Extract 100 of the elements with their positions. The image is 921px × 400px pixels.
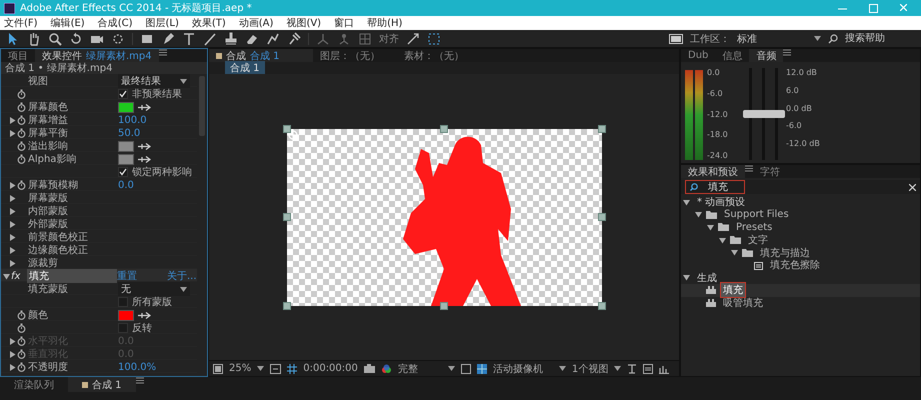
anchor-point-icon[interactable] — [286, 128, 298, 140]
stopwatch-icon[interactable] — [17, 141, 26, 151]
panel-tab[interactable]: 合成 合成 1 — [209, 49, 313, 62]
panel-tab[interactable]: 信息 — [715, 49, 750, 62]
stopwatch-icon[interactable] — [17, 362, 26, 372]
property-value[interactable]: 0.0 — [118, 180, 197, 190]
tree-item[interactable]: Support Files — [721, 208, 792, 222]
stopwatch-icon[interactable] — [17, 323, 26, 333]
panel-tab[interactable]: 效果和预设 — [681, 165, 745, 178]
color-swatch[interactable] — [118, 140, 134, 152]
tree-item[interactable]: 生成 — [694, 270, 720, 286]
stopwatch-icon[interactable] — [17, 180, 26, 190]
resize-handle[interactable] — [282, 213, 290, 221]
tree-item[interactable]: Presets — [733, 220, 776, 234]
timecode[interactable]: 0:00:00:00 — [303, 363, 358, 374]
menu-item[interactable]: 帮助(H) — [367, 16, 402, 30]
panel-tab[interactable]: Dub — [681, 49, 716, 62]
checkbox[interactable] — [118, 323, 128, 333]
stopwatch-icon[interactable] — [17, 154, 26, 164]
resize-handle[interactable] — [282, 302, 290, 310]
panel-tab[interactable]: 素材：（无） — [397, 49, 481, 62]
volume-slider-thumb[interactable] — [768, 110, 784, 118]
effects-search-field[interactable]: 填充 — [685, 180, 745, 194]
caret-icon[interactable] — [814, 36, 821, 41]
close-icon[interactable] — [909, 184, 916, 190]
resize-handle[interactable] — [598, 213, 606, 221]
about-link[interactable]: 关于... — [167, 269, 197, 283]
timeline-icon[interactable] — [643, 364, 654, 374]
caret-icon[interactable] — [257, 366, 264, 371]
panel-tab[interactable]: 图层：（无） — [313, 49, 397, 62]
menu-item[interactable]: 窗口 — [334, 16, 354, 30]
menu-item[interactable]: 图层(L) — [145, 16, 179, 30]
region-icon[interactable] — [213, 364, 223, 374]
effect-header[interactable]: fx 填充 重置 关于... — [1, 269, 197, 282]
tree-item[interactable]: 填充 — [720, 282, 746, 298]
menu-item[interactable]: 动画(A) — [238, 16, 274, 30]
workspace-icon[interactable] — [669, 34, 683, 44]
caret-icon[interactable] — [180, 78, 187, 84]
resize-handle[interactable] — [598, 302, 606, 310]
eyedropper-arrow-icon[interactable] — [138, 142, 152, 150]
panel-tab[interactable]: 字符 — [753, 165, 787, 178]
panel-tab[interactable]: 效果控件 绿屏素材.mp4 — [35, 49, 159, 62]
stopwatch-icon[interactable] — [17, 102, 26, 112]
caret-icon[interactable] — [180, 286, 187, 292]
rotate-icon[interactable] — [69, 32, 83, 46]
tree-item[interactable]: * 动画预设 — [694, 194, 748, 210]
viewer-tab[interactable]: 合成 1 — [225, 61, 265, 75]
magnifier-icon[interactable] — [48, 32, 62, 46]
safe-frame-icon[interactable] — [270, 364, 282, 374]
checkbox[interactable] — [118, 89, 128, 99]
property-value[interactable]: 100.0% — [118, 362, 197, 372]
axis-icon[interactable] — [337, 32, 351, 46]
brush-icon[interactable] — [203, 32, 217, 46]
menu-icon[interactable] — [783, 49, 792, 56]
snap-icon[interactable] — [406, 32, 420, 46]
caret-icon[interactable] — [448, 366, 455, 371]
workspace-value[interactable]: 标准 — [737, 32, 807, 46]
panel-tab[interactable]: 合成 1 — [68, 377, 136, 392]
grid-icon[interactable] — [358, 32, 372, 46]
channel-icon[interactable] — [380, 364, 392, 374]
zoom-dropdown[interactable]: 25% — [229, 363, 252, 374]
stopwatch-icon[interactable] — [17, 115, 26, 125]
resize-handle[interactable] — [598, 124, 606, 132]
menu-icon[interactable] — [158, 49, 167, 56]
transparency-grid-icon[interactable] — [476, 364, 487, 374]
panel-tab[interactable]: 渲染队列 — [0, 377, 68, 392]
grid-toggle-icon[interactable] — [287, 364, 298, 374]
dropdown[interactable]: 无 — [118, 282, 190, 296]
menu-icon[interactable] — [745, 165, 753, 172]
color-swatch[interactable] — [118, 310, 134, 320]
menu-icon[interactable] — [136, 377, 144, 384]
menu-item[interactable]: 编辑(E) — [50, 16, 85, 30]
axis-icon[interactable] — [316, 32, 330, 46]
views-dropdown[interactable]: 1个视图 — [572, 362, 608, 376]
expanded-triangle-icon[interactable] — [3, 272, 10, 280]
help-search-field[interactable]: 搜索帮助 — [845, 33, 915, 44]
property-value[interactable]: 100.0 — [118, 114, 197, 126]
dropdown[interactable]: 最终结果 — [118, 74, 190, 88]
eyedropper-arrow-icon[interactable] — [138, 104, 152, 110]
expanded-triangle-icon[interactable] — [683, 274, 690, 282]
reset-link[interactable]: 重置 — [117, 269, 137, 283]
pan-behind-icon[interactable] — [111, 32, 125, 46]
panel-tab[interactable]: 项目 — [1, 49, 35, 62]
puppet-pin-icon[interactable] — [287, 32, 301, 46]
type-tool-icon[interactable] — [182, 32, 196, 46]
menu-item[interactable]: 效果(T) — [192, 16, 226, 30]
menu-item[interactable]: 视图(V) — [286, 16, 322, 30]
menu-item[interactable]: 合成(C) — [98, 16, 132, 30]
panel-tab[interactable]: 音频 — [749, 49, 784, 62]
menu-item[interactable]: 文件(F) — [4, 16, 38, 30]
stopwatch-icon[interactable] — [17, 128, 26, 138]
camera-dropdown[interactable]: 活动摄像机 — [492, 362, 553, 376]
color-swatch[interactable] — [118, 154, 134, 164]
property-value[interactable]: 50.0 — [118, 128, 197, 138]
resolution-dropdown[interactable]: 完整 — [398, 362, 442, 376]
eyedropper-arrow-icon[interactable] — [138, 312, 152, 318]
caret-icon[interactable] — [558, 366, 566, 371]
search-icon[interactable] — [828, 34, 838, 44]
caret-icon[interactable] — [614, 366, 622, 371]
search-input[interactable]: 填充 — [708, 182, 748, 192]
